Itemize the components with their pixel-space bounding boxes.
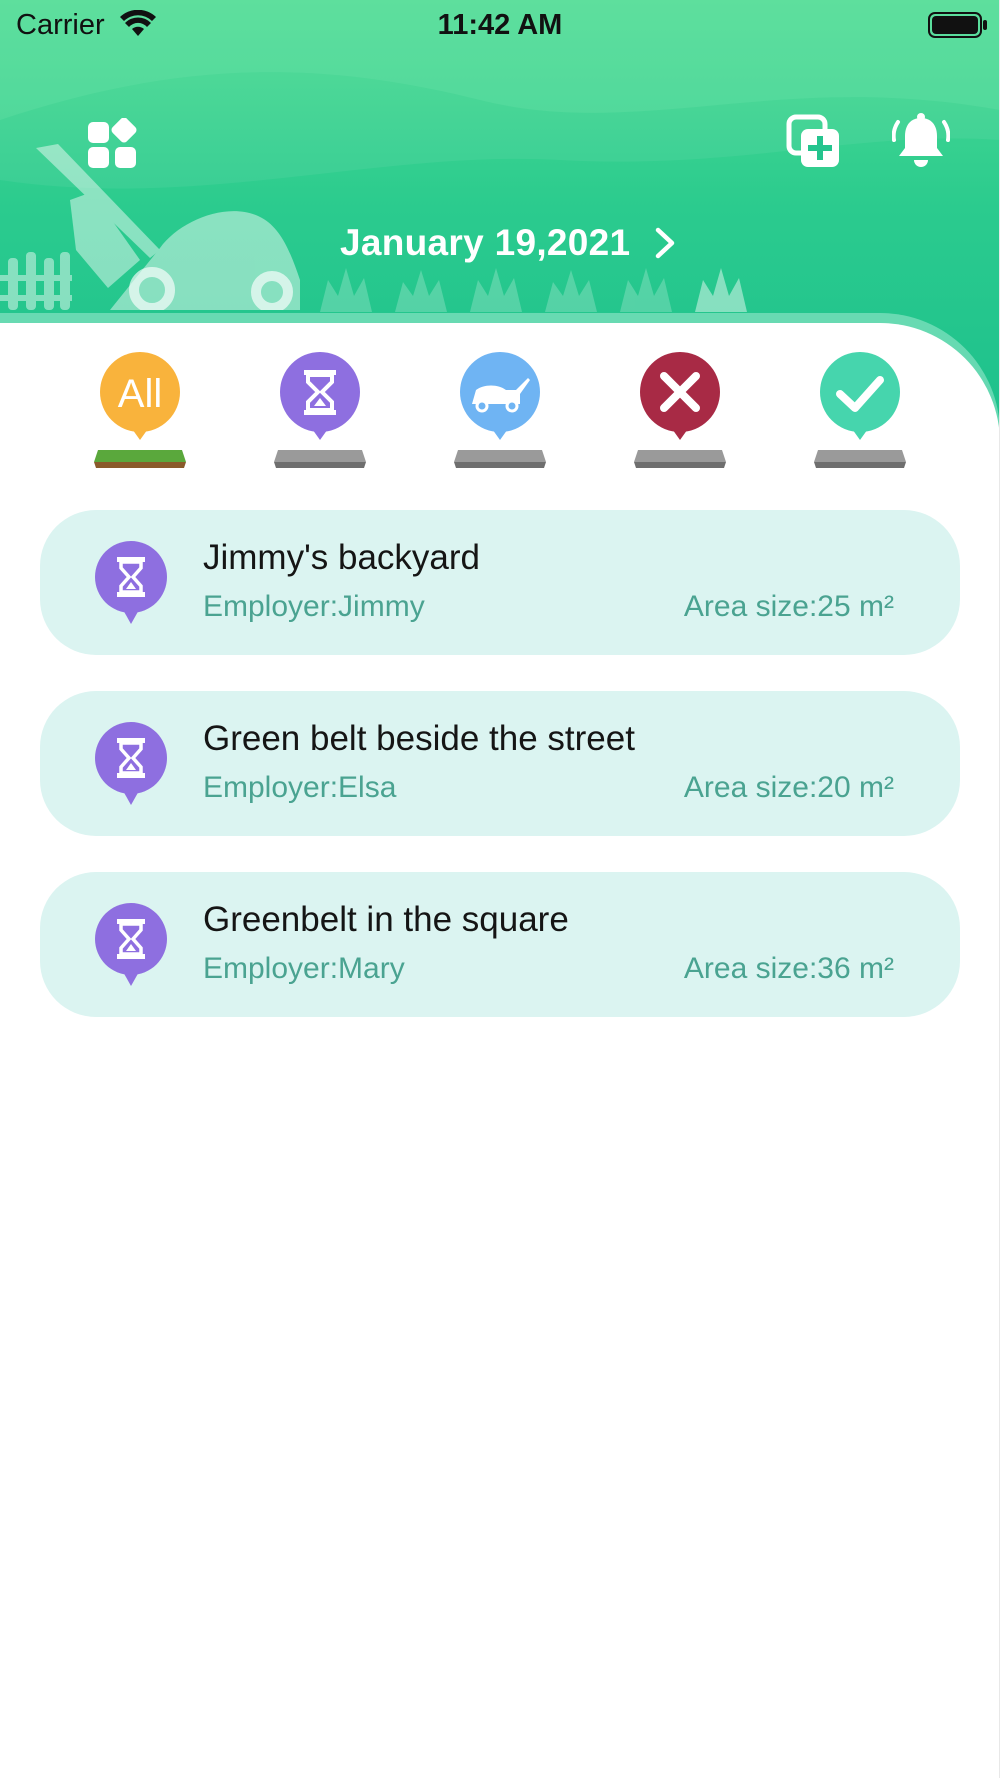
job-area-size: Area size:36 m² xyxy=(683,952,894,985)
filter-in-progress[interactable] xyxy=(450,350,550,475)
checkmark-icon xyxy=(814,352,906,468)
status-bar: Carrier 11:42 AM xyxy=(0,0,1000,50)
job-card[interactable]: Jimmy's backyard Employer:Jimmy Area siz… xyxy=(40,510,960,655)
hourglass-icon xyxy=(95,903,167,986)
filter-cancelled[interactable] xyxy=(630,350,730,475)
chevron-right-icon[interactable] xyxy=(652,226,678,260)
battery-icon xyxy=(928,12,987,38)
apps-grid-icon[interactable] xyxy=(88,118,138,168)
selected-date: January 19,2021 xyxy=(340,222,631,263)
filter-pending[interactable] xyxy=(270,350,370,475)
job-title: Green belt beside the street xyxy=(203,719,635,758)
job-title: Greenbelt in the square xyxy=(203,900,569,939)
hourglass-icon xyxy=(95,541,167,624)
filter-completed[interactable] xyxy=(810,350,910,475)
status-filter-bar: All xyxy=(0,350,1000,475)
clock: 11:42 AM xyxy=(437,9,563,41)
close-icon xyxy=(634,352,726,468)
notification-bell-icon[interactable] xyxy=(892,112,950,170)
hourglass-icon xyxy=(95,722,167,805)
job-card[interactable]: Green belt beside the street Employer:El… xyxy=(40,691,960,836)
lawn-mower-icon xyxy=(454,352,546,468)
job-title: Jimmy's backyard xyxy=(203,538,481,577)
hourglass-icon xyxy=(274,352,366,468)
job-list: Jimmy's backyard Employer:Jimmy Area siz… xyxy=(40,510,960,1053)
filter-all[interactable]: All xyxy=(90,350,190,475)
job-area-size: Area size:20 m² xyxy=(683,771,894,804)
job-card[interactable]: Greenbelt in the square Employer:Mary Ar… xyxy=(40,872,960,1017)
date-selector[interactable]: January 19,2021 xyxy=(340,218,678,268)
filter-all-label: All xyxy=(117,372,163,416)
job-employer: Employer:Mary xyxy=(203,952,405,985)
job-area-size: Area size:25 m² xyxy=(683,590,894,623)
lawn-mower-illustration xyxy=(0,144,300,310)
job-employer: Employer:Jimmy xyxy=(203,590,425,623)
add-task-icon[interactable] xyxy=(786,114,842,170)
job-employer: Employer:Elsa xyxy=(203,771,397,804)
